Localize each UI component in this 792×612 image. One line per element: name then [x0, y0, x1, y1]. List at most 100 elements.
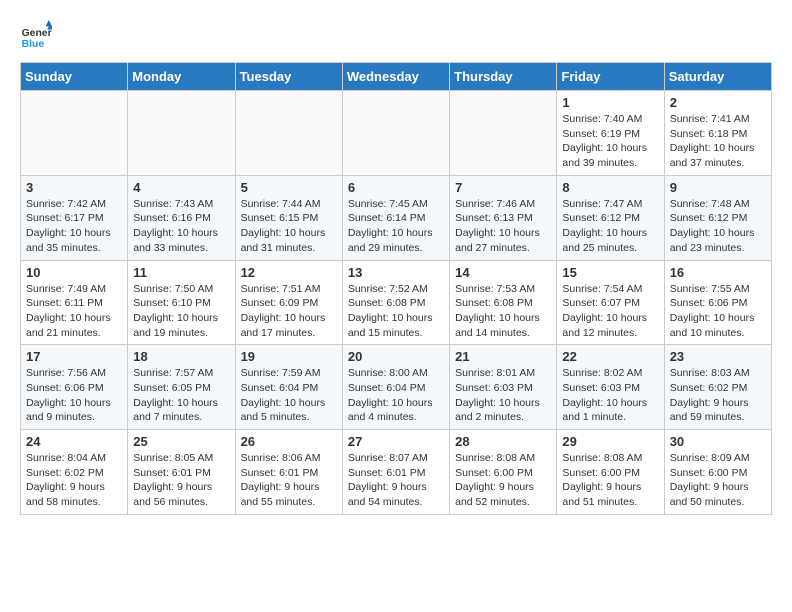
calendar-cell: 27 Sunrise: 8:07 AMSunset: 6:01 PMDayligh…: [342, 430, 449, 515]
cell-content: Sunrise: 8:09 AMSunset: 6:00 PMDaylight:…: [670, 451, 766, 510]
cell-content: Sunrise: 7:59 AMSunset: 6:04 PMDaylight:…: [241, 366, 337, 425]
day-number: 20: [348, 349, 444, 364]
calendar-cell: 30Sunrise: 8:09 AMSunset: 6:00 PMDayligh…: [664, 430, 771, 515]
cell-content: Sunrise: 8:05 AMSunset: 6:01 PMDaylight:…: [133, 451, 229, 510]
header: General Blue: [20, 20, 772, 52]
day-number: 17: [26, 349, 122, 364]
calendar-cell: 29 Sunrise: 8:08 AMSunset: 6:00 PMDayligh…: [557, 430, 664, 515]
day-number: 25: [133, 434, 229, 449]
calendar-cell: 11 Sunrise: 7:50 AMSunset: 6:10 PMDayligh…: [128, 260, 235, 345]
day-number: 7: [455, 180, 551, 195]
calendar-cell: 20 Sunrise: 8:00 AMSunset: 6:04 PMDayligh…: [342, 345, 449, 430]
logo-icon: General Blue: [20, 20, 52, 52]
weekday-header-row: SundayMondayTuesdayWednesdayThursdayFrid…: [21, 63, 772, 91]
week-row-1: 1 Sunrise: 7:40 AMSunset: 6:19 PMDaylight…: [21, 91, 772, 176]
calendar-cell: 6 Sunrise: 7:45 AMSunset: 6:14 PMDaylight…: [342, 175, 449, 260]
weekday-header-thursday: Thursday: [450, 63, 557, 91]
calendar-cell: 21Sunrise: 8:01 AMSunset: 6:03 PMDayligh…: [450, 345, 557, 430]
day-number: 22: [562, 349, 658, 364]
cell-content: Sunrise: 7:53 AMSunset: 6:08 PMDaylight:…: [455, 282, 551, 341]
cell-content: Sunrise: 7:40 AMSunset: 6:19 PMDaylight:…: [562, 112, 658, 171]
week-row-2: 3Sunrise: 7:42 AMSunset: 6:17 PMDaylight…: [21, 175, 772, 260]
cell-content: Sunrise: 7:50 AMSunset: 6:10 PMDaylight:…: [133, 282, 229, 341]
weekday-header-sunday: Sunday: [21, 63, 128, 91]
calendar-cell: 17 Sunrise: 7:56 AMSunset: 6:06 PMDayligh…: [21, 345, 128, 430]
day-number: 13: [348, 265, 444, 280]
calendar-cell: 24 Sunrise: 8:04 AMSunset: 6:02 PMDayligh…: [21, 430, 128, 515]
cell-content: Sunrise: 7:48 AMSunset: 6:12 PMDaylight:…: [670, 197, 766, 256]
weekday-header-friday: Friday: [557, 63, 664, 91]
weekday-header-saturday: Saturday: [664, 63, 771, 91]
day-number: 9: [670, 180, 766, 195]
day-number: 5: [241, 180, 337, 195]
day-number: 18: [133, 349, 229, 364]
calendar-cell: 26 Sunrise: 8:06 AMSunset: 6:01 PMDayligh…: [235, 430, 342, 515]
cell-content: Sunrise: 7:55 AMSunset: 6:06 PMDaylight:…: [670, 282, 766, 341]
cell-content: Sunrise: 7:51 AMSunset: 6:09 PMDaylight:…: [241, 282, 337, 341]
day-number: 19: [241, 349, 337, 364]
day-number: 11: [133, 265, 229, 280]
calendar-cell: 18 Sunrise: 7:57 AMSunset: 6:05 PMDayligh…: [128, 345, 235, 430]
cell-content: Sunrise: 8:00 AMSunset: 6:04 PMDaylight:…: [348, 366, 444, 425]
cell-content: Sunrise: 8:06 AMSunset: 6:01 PMDaylight:…: [241, 451, 337, 510]
calendar-cell: 19 Sunrise: 7:59 AMSunset: 6:04 PMDayligh…: [235, 345, 342, 430]
cell-content: Sunrise: 8:08 AMSunset: 6:00 PMDaylight:…: [562, 451, 658, 510]
calendar-cell: 14Sunrise: 7:53 AMSunset: 6:08 PMDayligh…: [450, 260, 557, 345]
cell-content: Sunrise: 7:46 AMSunset: 6:13 PMDaylight:…: [455, 197, 551, 256]
day-number: 15: [562, 265, 658, 280]
cell-content: Sunrise: 8:08 AMSunset: 6:00 PMDaylight:…: [455, 451, 551, 510]
cell-content: Sunrise: 8:04 AMSunset: 6:02 PMDaylight:…: [26, 451, 122, 510]
cell-content: Sunrise: 7:54 AMSunset: 6:07 PMDaylight:…: [562, 282, 658, 341]
calendar-cell: [342, 91, 449, 176]
calendar-cell: 10 Sunrise: 7:49 AMSunset: 6:11 PMDayligh…: [21, 260, 128, 345]
day-number: 23: [670, 349, 766, 364]
calendar-cell: 22 Sunrise: 8:02 AMSunset: 6:03 PMDayligh…: [557, 345, 664, 430]
calendar-cell: 5 Sunrise: 7:44 AMSunset: 6:15 PMDaylight…: [235, 175, 342, 260]
day-number: 29: [562, 434, 658, 449]
day-number: 4: [133, 180, 229, 195]
day-number: 10: [26, 265, 122, 280]
calendar-cell: [21, 91, 128, 176]
cell-content: Sunrise: 7:44 AMSunset: 6:15 PMDaylight:…: [241, 197, 337, 256]
calendar-cell: [235, 91, 342, 176]
svg-text:General: General: [22, 28, 52, 39]
cell-content: Sunrise: 7:42 AMSunset: 6:17 PMDaylight:…: [26, 197, 122, 256]
cell-content: Sunrise: 7:43 AMSunset: 6:16 PMDaylight:…: [133, 197, 229, 256]
day-number: 12: [241, 265, 337, 280]
weekday-header-monday: Monday: [128, 63, 235, 91]
week-row-4: 17 Sunrise: 7:56 AMSunset: 6:06 PMDayligh…: [21, 345, 772, 430]
cell-content: Sunrise: 8:01 AMSunset: 6:03 PMDaylight:…: [455, 366, 551, 425]
week-row-5: 24 Sunrise: 8:04 AMSunset: 6:02 PMDayligh…: [21, 430, 772, 515]
day-number: 26: [241, 434, 337, 449]
cell-content: Sunrise: 7:56 AMSunset: 6:06 PMDaylight:…: [26, 366, 122, 425]
cell-content: Sunrise: 8:02 AMSunset: 6:03 PMDaylight:…: [562, 366, 658, 425]
calendar-table: SundayMondayTuesdayWednesdayThursdayFrid…: [20, 62, 772, 515]
calendar-cell: 9 Sunrise: 7:48 AMSunset: 6:12 PMDaylight…: [664, 175, 771, 260]
cell-content: Sunrise: 7:57 AMSunset: 6:05 PMDaylight:…: [133, 366, 229, 425]
calendar-cell: 12 Sunrise: 7:51 AMSunset: 6:09 PMDayligh…: [235, 260, 342, 345]
calendar-cell: 16Sunrise: 7:55 AMSunset: 6:06 PMDayligh…: [664, 260, 771, 345]
day-number: 6: [348, 180, 444, 195]
cell-content: Sunrise: 7:52 AMSunset: 6:08 PMDaylight:…: [348, 282, 444, 341]
day-number: 8: [562, 180, 658, 195]
day-number: 24: [26, 434, 122, 449]
day-number: 27: [348, 434, 444, 449]
cell-content: Sunrise: 7:49 AMSunset: 6:11 PMDaylight:…: [26, 282, 122, 341]
svg-text:Blue: Blue: [22, 39, 45, 50]
cell-content: Sunrise: 7:47 AMSunset: 6:12 PMDaylight:…: [562, 197, 658, 256]
cell-content: Sunrise: 8:03 AMSunset: 6:02 PMDaylight:…: [670, 366, 766, 425]
logo: General Blue: [20, 20, 56, 52]
calendar-cell: 4 Sunrise: 7:43 AMSunset: 6:16 PMDaylight…: [128, 175, 235, 260]
calendar-cell: 23 Sunrise: 8:03 AMSunset: 6:02 PMDayligh…: [664, 345, 771, 430]
calendar-cell: 13 Sunrise: 7:52 AMSunset: 6:08 PMDayligh…: [342, 260, 449, 345]
day-number: 1: [562, 95, 658, 110]
calendar-cell: 25 Sunrise: 8:05 AMSunset: 6:01 PMDayligh…: [128, 430, 235, 515]
calendar-cell: 2Sunrise: 7:41 AMSunset: 6:18 PMDaylight…: [664, 91, 771, 176]
calendar-cell: 3Sunrise: 7:42 AMSunset: 6:17 PMDaylight…: [21, 175, 128, 260]
cell-content: Sunrise: 8:07 AMSunset: 6:01 PMDaylight:…: [348, 451, 444, 510]
calendar-cell: [128, 91, 235, 176]
day-number: 2: [670, 95, 766, 110]
cell-content: Sunrise: 7:45 AMSunset: 6:14 PMDaylight:…: [348, 197, 444, 256]
calendar-cell: 1 Sunrise: 7:40 AMSunset: 6:19 PMDaylight…: [557, 91, 664, 176]
calendar-cell: 28Sunrise: 8:08 AMSunset: 6:00 PMDayligh…: [450, 430, 557, 515]
